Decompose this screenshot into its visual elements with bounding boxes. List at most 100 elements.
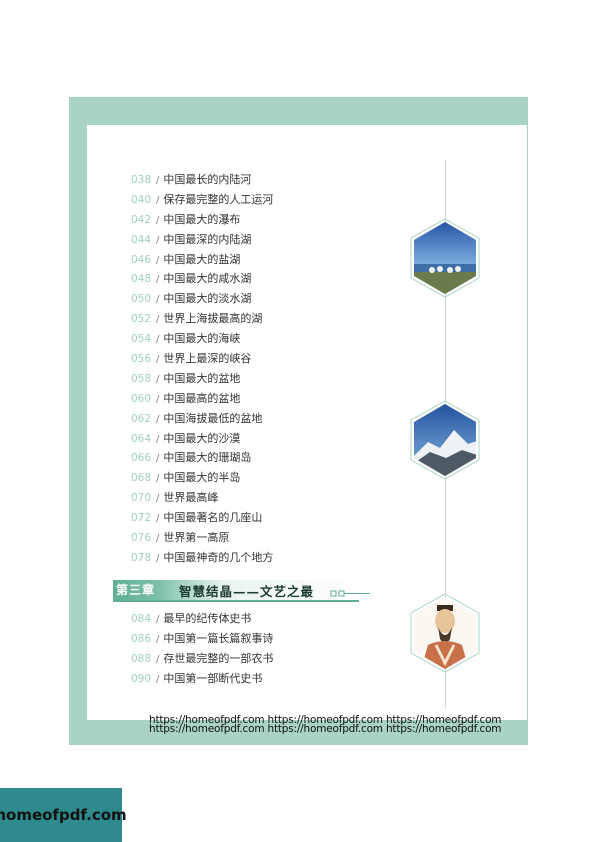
entry-title: 世界上最深的峡谷 xyxy=(163,352,252,366)
scholar-portrait-image xyxy=(410,593,480,673)
entry-title: 中国最大的瀑布 xyxy=(163,212,241,226)
page-number: 076 xyxy=(131,532,152,545)
page-number: 084 xyxy=(131,613,152,625)
toc-entry[interactable]: 060 /中国最高的盆地 xyxy=(131,389,273,409)
separator: / xyxy=(156,334,160,346)
entry-title: 中国最大的沙漠 xyxy=(163,431,241,445)
chapter-label: 第三章 xyxy=(116,583,156,597)
page-number: 044 xyxy=(131,233,152,246)
page-number: 058 xyxy=(131,372,152,385)
page-number: 078 xyxy=(131,551,152,564)
toc-entry[interactable]: 058 /中国最大的盆地 xyxy=(131,369,273,389)
page-number: 088 xyxy=(131,652,152,665)
mountain-photo-image xyxy=(410,400,480,480)
toc-list-chapter-3: 084/最早的纪传体史书 086/中国第一篇长篇叙事诗 088/存世最完整的一部… xyxy=(131,609,273,689)
toc-entry[interactable]: 042 /中国最大的瀑布 xyxy=(131,210,273,230)
toc-entry[interactable]: 046 /中国最大的盐湖 xyxy=(131,250,273,270)
separator: / xyxy=(156,653,160,665)
separator: / xyxy=(156,413,160,425)
separator: / xyxy=(156,453,160,465)
entry-title: 中国最大的咸水湖 xyxy=(163,272,252,286)
entry-title: 中国最大的淡水湖 xyxy=(163,292,252,306)
separator: / xyxy=(156,294,160,306)
entry-title: 中国最深的内陆湖 xyxy=(163,232,252,246)
page-number: 064 xyxy=(131,432,152,445)
entry-title: 中国最大的盆地 xyxy=(163,371,241,385)
page-number: 066 xyxy=(131,452,152,465)
toc-list-chapter-2: 038/中国最长的内陆河 040/保存最完整的人工运河 042/中国最大的瀑布 … xyxy=(131,170,273,568)
toc-entry[interactable]: 088 /存世最完整的一部农书 xyxy=(131,649,273,669)
entry-title: 中国最大的盐湖 xyxy=(163,252,241,266)
toc-entry[interactable]: 062 /中国海拔最低的盆地 xyxy=(131,409,273,429)
separator: / xyxy=(156,314,160,326)
separator: / xyxy=(156,393,160,405)
page-number: 086 xyxy=(131,632,152,645)
watermark-text: https://homeofpdf.com https://homeofpdf.… xyxy=(149,723,502,735)
page-number: 072 xyxy=(131,512,152,525)
separator: / xyxy=(156,274,160,286)
site-logo[interactable]: homeofpdf.com xyxy=(0,788,127,842)
entry-title: 最早的纪传体史书 xyxy=(163,612,252,625)
separator: / xyxy=(156,254,160,266)
page-number: 060 xyxy=(131,392,152,405)
separator: / xyxy=(156,614,160,625)
separator: / xyxy=(156,533,160,545)
entry-title: 中国第一篇长篇叙事诗 xyxy=(163,631,274,645)
separator: / xyxy=(156,234,160,246)
separator: / xyxy=(156,194,160,206)
separator: / xyxy=(156,633,160,645)
toc-entry[interactable]: 056 /世界上最深的峡谷 xyxy=(131,349,273,369)
entry-title: 存世最完整的一部农书 xyxy=(163,651,274,665)
entry-title: 中国最大的珊瑚岛 xyxy=(163,451,252,465)
page-number: 068 xyxy=(131,472,152,485)
toc-entry[interactable]: 090 /中国第一部断代史书 xyxy=(131,669,273,689)
entry-title: 中国最大的海峡 xyxy=(163,332,241,346)
page-number: 090 xyxy=(131,672,152,685)
entry-title: 中国最神奇的几个地方 xyxy=(163,550,274,564)
toc-entry[interactable]: 054 /中国最大的海峡 xyxy=(131,329,273,349)
toc-entry[interactable]: 044 /中国最深的内陆湖 xyxy=(131,230,273,250)
toc-entry[interactable]: 064 /中国最大的沙漠 xyxy=(131,429,273,449)
separator: / xyxy=(156,214,160,226)
toc-entry[interactable]: 068 /中国最大的半岛 xyxy=(131,468,273,488)
toc-entry[interactable]: 070 /世界最高峰 xyxy=(131,488,273,508)
separator: / xyxy=(156,552,160,564)
page-number: 040 xyxy=(131,193,152,206)
toc-entry[interactable]: 048 /中国最大的咸水湖 xyxy=(131,269,273,289)
page-number: 048 xyxy=(131,273,152,286)
page-number: 070 xyxy=(131,492,152,505)
separator: / xyxy=(156,433,160,445)
toc-entry[interactable]: 038 /中国最长的内陆河 xyxy=(131,170,273,190)
separator: / xyxy=(156,354,160,366)
entry-title: 中国最著名的几座山 xyxy=(163,511,263,525)
toc-entry[interactable]: 076 /世界第一高原 xyxy=(131,528,273,548)
page-number: 042 xyxy=(131,213,152,226)
toc-entry[interactable]: 072 /中国最著名的几座山 xyxy=(131,508,273,528)
entry-title: 世界最高峰 xyxy=(163,491,219,505)
separator: / xyxy=(156,673,160,685)
entry-title: 世界第一高原 xyxy=(163,531,230,545)
toc-entry[interactable]: 050 /中国最大的淡水湖 xyxy=(131,289,273,309)
separator: / xyxy=(156,175,160,186)
page-number: 038 xyxy=(131,174,152,186)
toc-entry[interactable]: 040 /保存最完整的人工运河 xyxy=(131,190,273,210)
entry-title: 保存最完整的人工运河 xyxy=(163,192,274,206)
page-number: 046 xyxy=(131,253,152,266)
lake-photo-image xyxy=(410,218,480,298)
toc-entry[interactable]: 078 /中国最神奇的几个地方 xyxy=(131,548,273,568)
page-number: 054 xyxy=(131,333,152,346)
chapter-ornament-icon xyxy=(330,590,370,597)
page-number: 062 xyxy=(131,412,152,425)
separator: / xyxy=(156,373,160,385)
entry-title: 世界上海拔最高的湖 xyxy=(163,312,263,326)
entry-title: 中国第一部断代史书 xyxy=(163,671,263,685)
toc-entry[interactable]: 084 /最早的纪传体史书 xyxy=(131,609,273,629)
page-number: 052 xyxy=(131,313,152,326)
chapter-title: 智慧结晶——文艺之最 xyxy=(179,584,315,599)
entry-title: 中国最高的盆地 xyxy=(163,391,241,405)
page-number: 050 xyxy=(131,293,152,306)
toc-entry[interactable]: 086 /中国第一篇长篇叙事诗 xyxy=(131,629,273,649)
entry-title: 中国海拔最低的盆地 xyxy=(163,411,263,425)
toc-entry[interactable]: 052 /世界上海拔最高的湖 xyxy=(131,309,273,329)
toc-entry[interactable]: 066 /中国最大的珊瑚岛 xyxy=(131,448,273,468)
